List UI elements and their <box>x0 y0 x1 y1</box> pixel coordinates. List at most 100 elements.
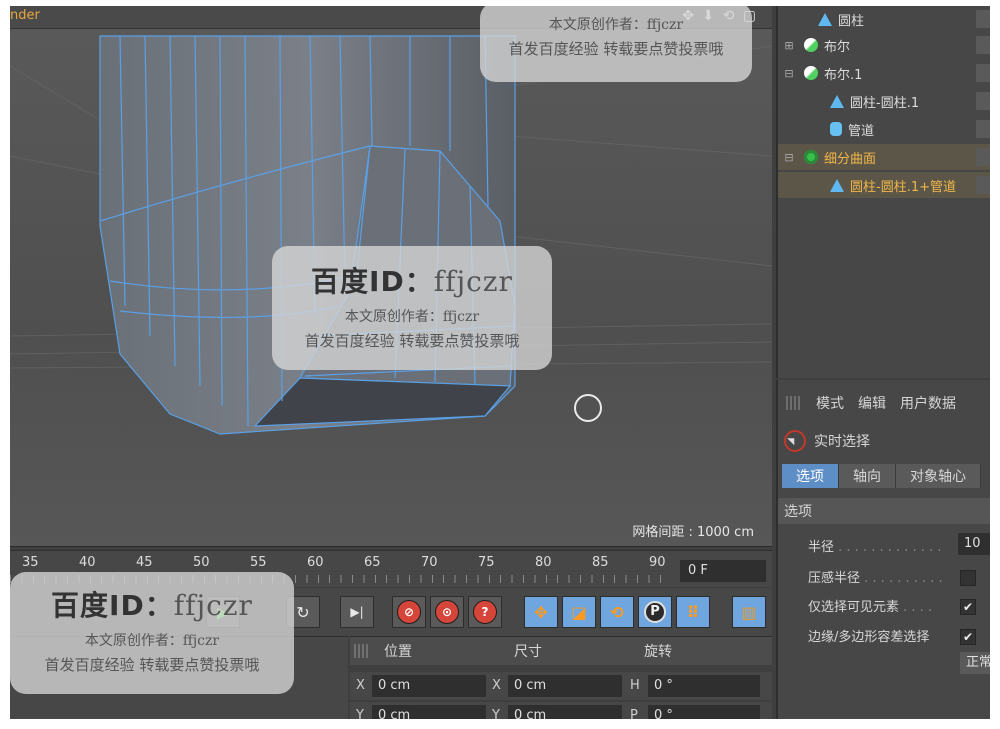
coordinate-row-1: X 0 cm X 0 cm H 0 ° <box>350 672 772 700</box>
tick-label: 65 <box>364 555 381 570</box>
edge-tolerance-checkbox[interactable]: ✔ <box>960 629 976 645</box>
radius-input[interactable]: 10 <box>958 533 990 555</box>
size-y-input[interactable]: 0 cm <box>508 705 622 719</box>
collapse-icon[interactable]: ⊟ <box>784 67 794 80</box>
keyframe-selection-button[interactable]: ? <box>468 596 502 628</box>
attribute-tabs: 选项 轴向 对象轴心 <box>782 464 981 488</box>
key-position-button[interactable]: ✥ <box>524 596 558 628</box>
options-section-title: 选项 <box>778 498 990 524</box>
visible-only-row: 仅选择可见元素 . . . . <box>808 600 933 615</box>
cone-icon <box>830 178 844 192</box>
key-rotation-button[interactable]: ⟲ <box>600 596 634 628</box>
collapse-icon[interactable]: ⊟ <box>784 151 794 164</box>
rotation-header: 旋转 <box>644 644 672 660</box>
radius-label: 半径 <box>808 540 835 555</box>
object-label: 布尔.1 <box>824 67 863 83</box>
rotation-p-input[interactable]: 0 ° <box>648 705 760 719</box>
object-row-boolean[interactable]: ⊞ 布尔 <box>778 32 990 58</box>
pressure-radius-checkbox[interactable] <box>960 570 976 586</box>
coordinate-row-2: Y 0 cm Y 0 cm P 0 ° <box>350 702 772 719</box>
axis-label: P <box>630 708 638 719</box>
tool-name: 实时选择 <box>814 434 870 450</box>
object-label: 圆柱-圆柱.1+管道 <box>850 179 956 195</box>
object-row-cylinder-merged[interactable]: 圆柱-圆柱.1+管道 <box>778 172 990 198</box>
key-parameter-button[interactable]: P <box>638 596 672 628</box>
viewport-title: nder <box>10 8 40 23</box>
cinema4d-window: nder ✥ ⬇ ⟲ ▢ 网格间距 : 1000 cm 圆柱 ⊞ 布尔 ⊟ 布尔… <box>10 6 990 719</box>
axis-label: X <box>356 678 365 693</box>
object-row-tube[interactable]: 管道 <box>778 116 990 142</box>
key-pla-button[interactable]: ⠿ <box>676 596 710 628</box>
tool-header: 实时选择 <box>784 430 870 452</box>
layer-tag[interactable] <box>976 120 990 138</box>
watermark-line1: 本文原创作者：ffjczr <box>344 309 480 325</box>
object-row-cylinder-cylinder-1[interactable]: 圆柱-圆柱.1 <box>778 88 990 114</box>
object-row-boolean-1[interactable]: ⊟ 布尔.1 <box>778 60 990 86</box>
cone-icon <box>830 94 844 108</box>
tick-label: 40 <box>79 555 96 570</box>
watermark-id-label: 百度ID： <box>311 265 434 298</box>
go-to-end-button[interactable]: ▶| <box>340 596 374 628</box>
tick-label: 60 <box>307 555 324 570</box>
record-keys-icon: ⊘ <box>397 600 421 624</box>
attribute-manager: 模式 编辑 用户数据 实时选择 选项 轴向 对象轴心 选项 半径 . . . .… <box>776 380 990 719</box>
visible-only-checkbox[interactable]: ✔ <box>960 599 976 615</box>
tick-label: 35 <box>22 555 39 570</box>
watermark-center: 百度ID：ffjczr 本文原创作者：ffjczr 首发百度经验 转载要点赞投票… <box>272 246 552 370</box>
pressure-radius-row: 压感半径 . . . . . . . . . . <box>808 571 943 586</box>
selection-cursor-icon <box>574 394 602 422</box>
layer-tag[interactable] <box>976 148 990 166</box>
watermark-line2: 首发百度经验 转载要点赞投票哦 <box>508 40 724 58</box>
layer-tag[interactable] <box>976 64 990 82</box>
apply-button[interactable]: 正常 <box>960 652 990 674</box>
subdivided-model[interactable] <box>99 35 516 435</box>
expand-icon[interactable]: ⊞ <box>784 39 794 52</box>
pressure-radius-label: 压感半径 <box>808 571 861 586</box>
menu-mode[interactable]: 模式 <box>816 393 844 413</box>
edge-tolerance-row: 边缘/多边形容差选择 <box>808 626 929 645</box>
grid-spacing-label: 网格间距 : 1000 cm <box>632 525 754 540</box>
object-row-cylinder[interactable]: 圆柱 <box>778 6 990 32</box>
autokey-button[interactable]: ⊙ <box>430 596 464 628</box>
watermark-line2: 首发百度经验 转载要点赞投票哦 <box>44 656 260 674</box>
axis-label: Y <box>356 708 364 719</box>
record-button[interactable]: ⊘ <box>392 596 426 628</box>
position-y-input[interactable]: 0 cm <box>372 705 486 719</box>
grip-icon[interactable] <box>354 644 370 658</box>
radius-row: 半径 . . . . . . . . . . . . . <box>808 540 942 555</box>
tab-options[interactable]: 选项 <box>782 464 839 488</box>
scheme-button[interactable]: ▥ <box>732 596 766 628</box>
watermark-bottom-left: 百度ID：ffjczr 本文原创作者：ffjczr 首发百度经验 转载要点赞投票… <box>10 572 294 694</box>
object-row-subdivision-surface[interactable]: ⊟ 细分曲面 <box>778 144 990 170</box>
layer-tag[interactable] <box>976 176 990 194</box>
axis-label: Y <box>492 708 500 719</box>
film-strip-icon: ▥ <box>741 602 757 622</box>
tube-icon <box>830 122 842 136</box>
menu-user-data[interactable]: 用户数据 <box>900 393 956 413</box>
current-frame-input[interactable]: 0 F <box>680 560 766 582</box>
keyframe-selection-icon: ? <box>473 600 497 624</box>
layer-tag[interactable] <box>976 36 990 54</box>
grip-icon[interactable] <box>786 396 802 410</box>
tab-object-axis[interactable]: 对象轴心 <box>896 464 981 488</box>
tick-label: 45 <box>136 555 153 570</box>
axis-label: H <box>630 678 640 693</box>
size-x-input[interactable]: 0 cm <box>508 675 622 697</box>
tick-label: 80 <box>535 555 552 570</box>
menu-edit[interactable]: 编辑 <box>858 393 886 413</box>
position-x-input[interactable]: 0 cm <box>372 675 486 697</box>
cone-icon <box>818 12 832 26</box>
key-scale-button[interactable]: ◪ <box>562 596 596 628</box>
watermark-line1: 本文原创作者：ffjczr <box>548 17 684 33</box>
boolean-icon <box>804 66 818 80</box>
autokey-icon: ⊙ <box>435 600 459 624</box>
tick-label: 50 <box>193 555 210 570</box>
rotation-h-input[interactable]: 0 ° <box>648 675 760 697</box>
layer-tag[interactable] <box>976 10 990 28</box>
tab-axis[interactable]: 轴向 <box>839 464 896 488</box>
edge-tolerance-label: 边缘/多边形容差选择 <box>808 630 930 645</box>
object-manager: 圆柱 ⊞ 布尔 ⊟ 布尔.1 圆柱-圆柱.1 管道 ⊟ 细分曲面 圆柱-圆柱.1… <box>776 6 990 378</box>
layer-tag[interactable] <box>976 92 990 110</box>
tick-label: 75 <box>478 555 495 570</box>
object-label: 管道 <box>848 123 875 139</box>
